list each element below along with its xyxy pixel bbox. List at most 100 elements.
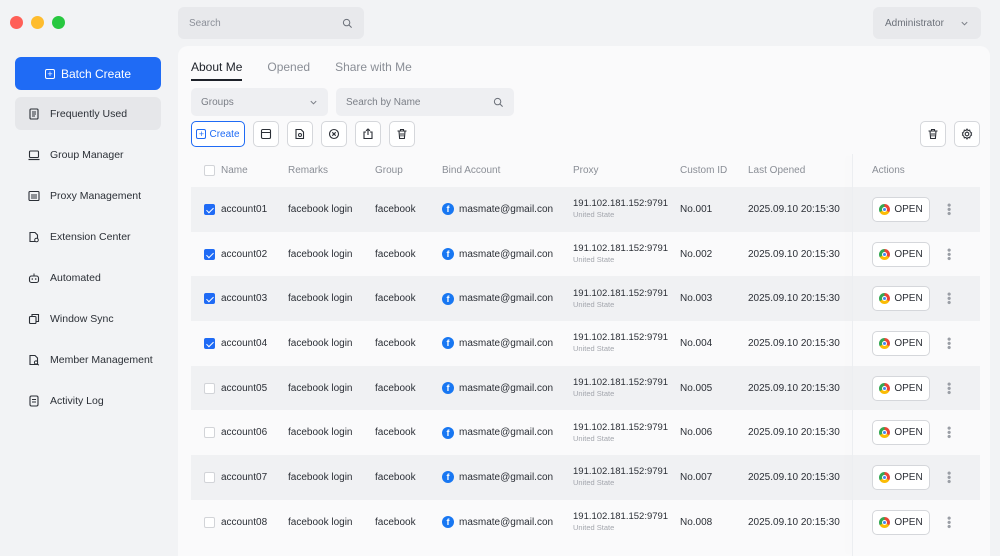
table-row[interactable]: account07 facebook login facebook f masmate@… [191,455,980,500]
cell-custom-id: No.003 [680,293,713,305]
table-row[interactable]: account03 facebook login facebook f masmate@… [191,276,980,322]
open-button[interactable]: OPEN [872,241,930,267]
tab-about-me[interactable]: About Me [191,60,243,81]
cell-proxy: 191.102.181.152:9791 United State [573,288,680,310]
open-button[interactable]: OPEN [872,420,930,446]
delete-button[interactable] [389,121,415,147]
more-options-icon[interactable]: ••• [942,516,956,529]
more-options-icon[interactable]: ••• [942,426,956,439]
more-options-icon[interactable]: ••• [942,292,956,305]
table-row[interactable]: account05 facebook login facebook f masmate@… [191,365,980,411]
row-checkbox[interactable] [204,471,215,483]
header-proxy[interactable]: Proxy [573,165,680,176]
sidebar-item-automated[interactable]: Automated [15,261,161,294]
groups-select[interactable]: Groups [191,88,328,116]
table-row[interactable]: account02 facebook login facebook f masmate@… [191,232,980,277]
recycle-bin-button[interactable] [920,121,946,147]
row-checkbox[interactable] [204,293,215,305]
sidebar-item-member-management[interactable]: Member Management [15,343,161,376]
cell-last-opened: 2025.09.10 20:15:30 [748,248,840,260]
header-custom-id[interactable]: Custom ID [680,165,748,176]
cell-custom-id: No.006 [680,427,713,439]
header-name[interactable]: Name [221,165,288,176]
name-search-input[interactable]: Search by Name [336,88,514,116]
batch-create-button[interactable]: + Batch Create [15,57,161,90]
maximize-window-button[interactable] [52,16,65,29]
tab-opened[interactable]: Opened [267,60,310,81]
table-row[interactable]: account08 facebook login facebook f masmate@… [191,500,980,545]
window-button[interactable] [253,121,279,147]
row-checkbox[interactable] [204,516,215,528]
open-button[interactable]: OPEN [872,375,930,401]
table-row[interactable]: account06 facebook login facebook f masmate@… [191,410,980,455]
cell-group: facebook [375,337,416,349]
cell-last-opened: 2025.09.10 20:15:30 [748,471,840,483]
search-icon [493,97,503,107]
header-last-opened[interactable]: Last Opened [748,165,855,176]
proxy-management-icon [28,190,40,201]
proxy-address: 191.102.181.152:9791 [573,466,669,478]
table-row[interactable]: account04 facebook login facebook f masmate@… [191,321,980,366]
main-panel: About Me Opened Share with Me Groups Sea… [178,46,990,556]
cell-remarks: facebook login [288,427,353,439]
table-body: account01 facebook login facebook f masmate@… [191,187,980,545]
cell-actions: OPEN ••• [855,286,980,312]
header-remarks[interactable]: Remarks [288,165,375,176]
row-checkbox[interactable] [204,427,215,439]
proxy-location: United State [573,344,615,354]
minimize-window-button[interactable] [31,16,44,29]
search-icon [342,18,352,28]
gear-icon [961,128,973,140]
open-button[interactable]: OPEN [872,196,930,222]
activity-log-icon [29,394,39,407]
sidebar-item-activity-log[interactable]: Activity Log [15,384,161,417]
settings-button[interactable] [954,121,980,147]
open-button[interactable]: OPEN [872,509,930,535]
open-button[interactable]: OPEN [872,330,930,356]
select-all-cell [191,165,221,176]
row-checkbox[interactable] [204,337,215,349]
close-window-button[interactable] [10,16,23,29]
more-options-icon[interactable]: ••• [942,382,956,395]
header-bind-account[interactable]: Bind Account [442,165,573,176]
bind-account-email: masmate@gmail.con [459,337,554,349]
batch-create-label: Batch Create [60,66,132,81]
export-button[interactable] [355,121,381,147]
more-options-icon[interactable]: ••• [942,337,956,350]
tab-share-with-me[interactable]: Share with Me [335,60,412,81]
automated-icon [28,273,40,283]
more-options-icon[interactable]: ••• [942,203,956,216]
cell-actions: OPEN ••• [855,330,980,356]
open-button[interactable]: OPEN [872,286,930,312]
row-checkbox[interactable] [204,248,215,260]
bind-account-email: masmate@gmail.con [459,516,554,528]
sidebar-item-frequently-used[interactable]: Frequently Used [15,97,161,130]
user-dropdown[interactable]: Administrator [873,7,981,39]
header-group[interactable]: Group [375,165,442,176]
row-checkbox[interactable] [204,203,215,215]
actions-column-divider [852,154,853,556]
open-button[interactable]: OPEN [872,464,930,490]
create-button[interactable]: + Create [191,121,245,147]
proxy-address: 191.102.181.152:9791 [573,332,669,344]
cell-bind-account: f masmate@gmail.con [442,292,573,305]
filter-bar: Groups Search by Name [191,88,514,116]
chrome-icon [879,382,891,394]
sidebar-item-window-sync[interactable]: Window Sync [15,302,161,335]
more-options-icon[interactable]: ••• [942,248,956,261]
table-row[interactable]: account01 facebook login facebook f masmate@… [191,187,980,232]
close-circle-button[interactable] [321,121,347,147]
more-options-icon[interactable]: ••• [942,471,956,484]
search-document-button[interactable] [287,121,313,147]
select-all-checkbox[interactable] [204,165,215,176]
sidebar-item-group-manager[interactable]: Group Manager [15,138,161,171]
proxy-address: 191.102.181.152:9791 [573,511,669,523]
cell-last-opened: 2025.09.10 20:15:30 [748,293,840,305]
plus-icon: + [44,68,55,79]
row-checkbox[interactable] [204,382,215,394]
proxy-location: United State [573,299,615,309]
global-search-input[interactable]: Search [178,7,364,39]
sidebar-item-proxy-management[interactable]: Proxy Management [15,179,161,212]
sidebar-item-extension-center[interactable]: Extension Center [15,220,161,253]
cell-actions: OPEN ••• [855,375,980,401]
